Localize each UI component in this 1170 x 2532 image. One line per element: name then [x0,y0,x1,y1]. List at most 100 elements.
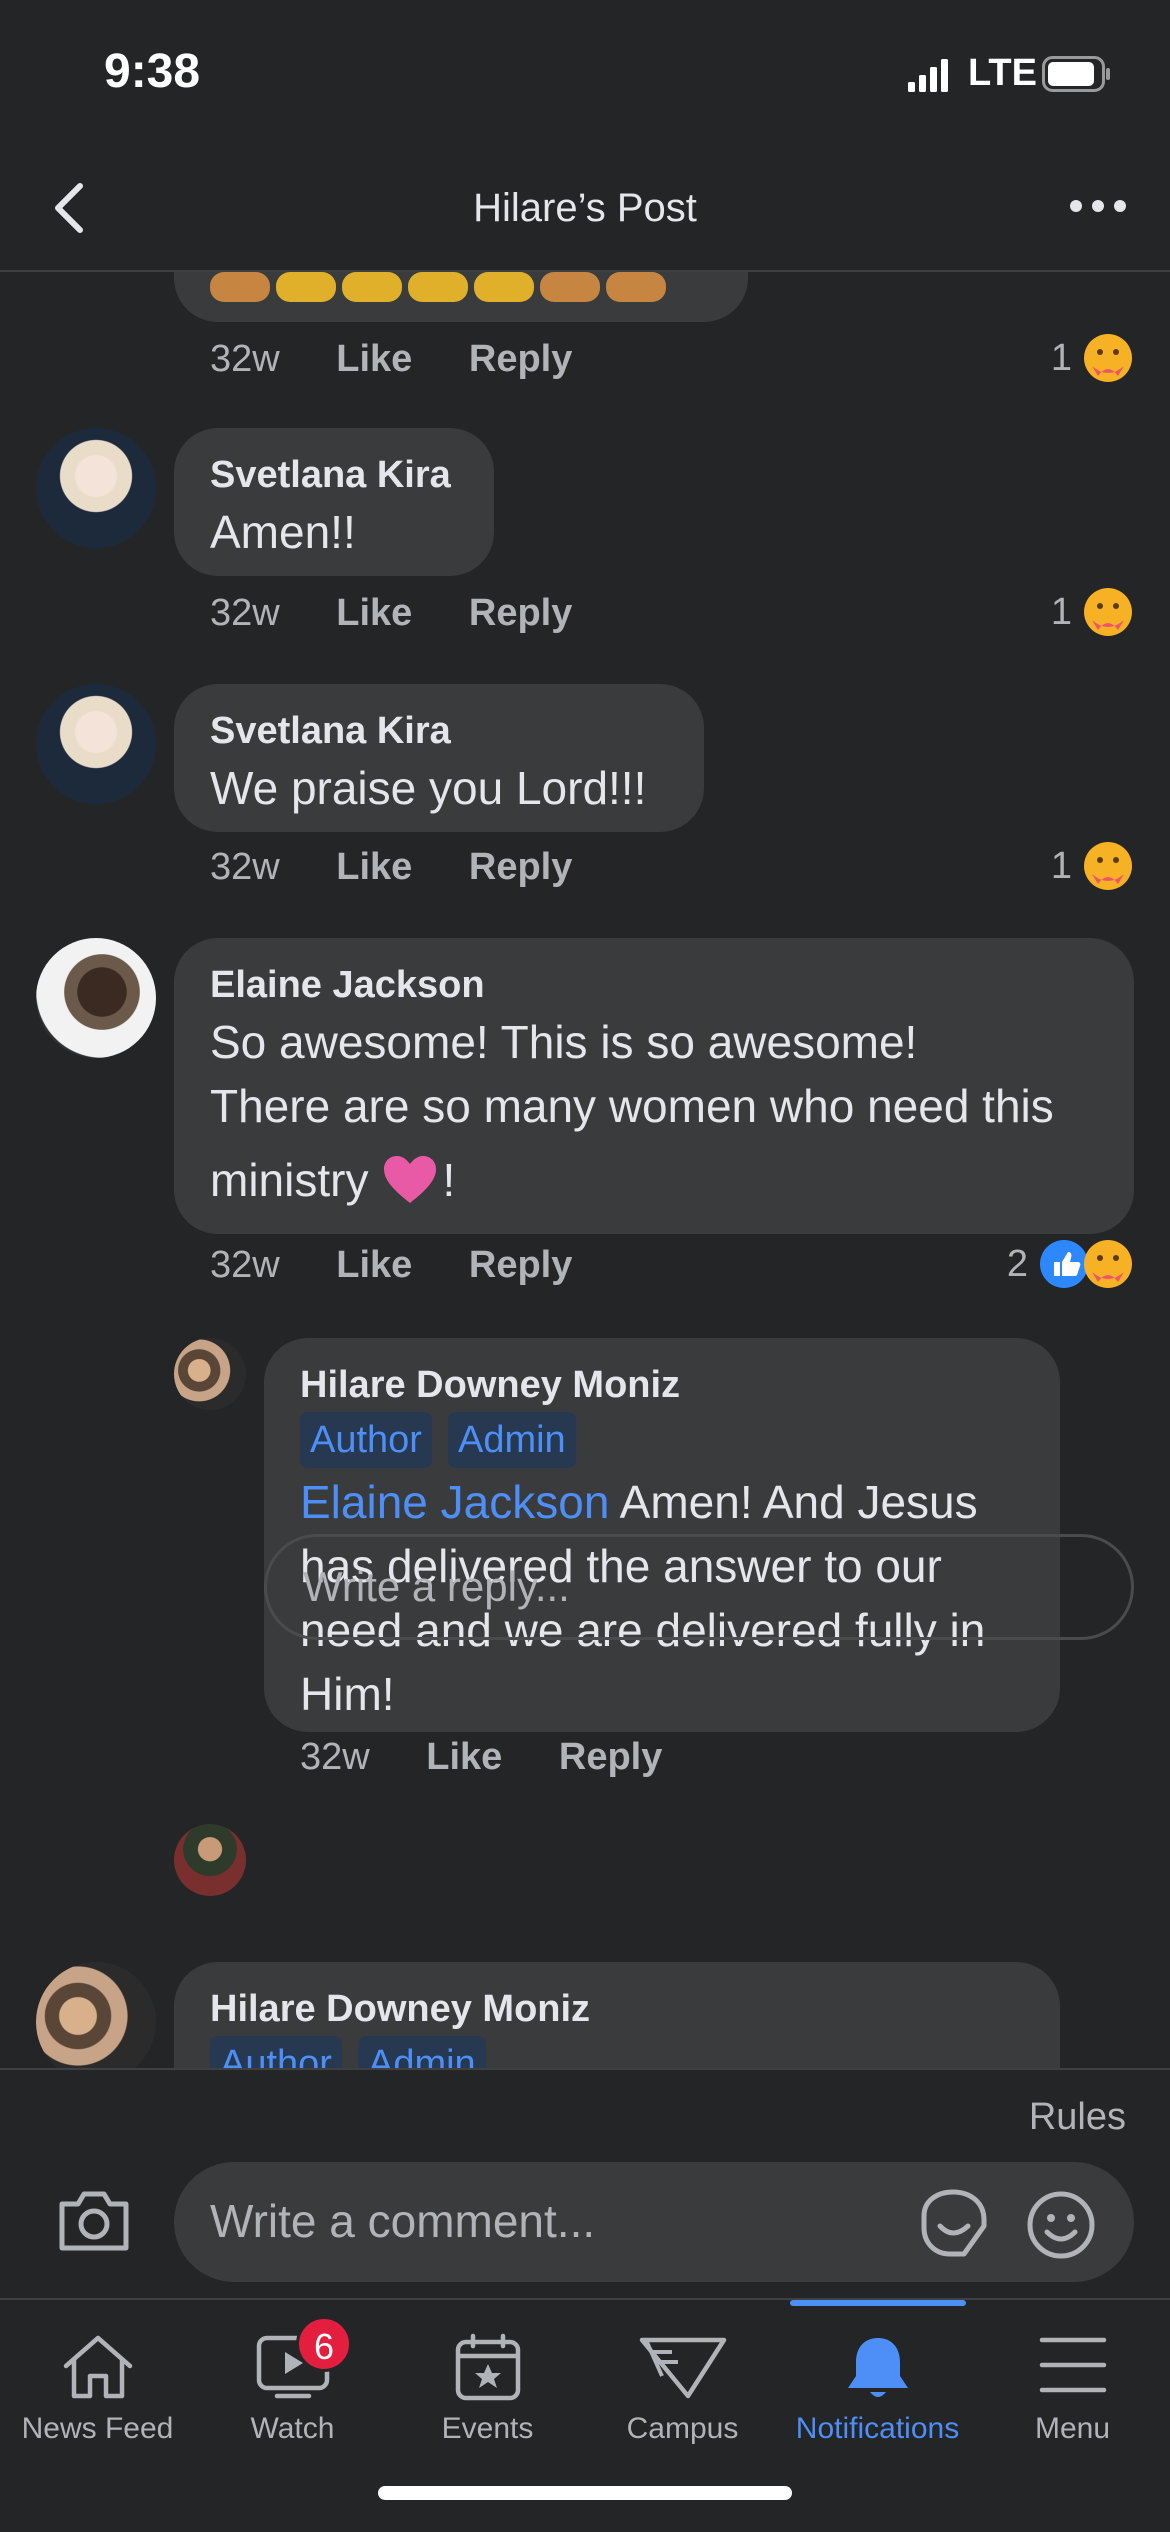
reply-link[interactable]: Reply [469,1244,572,1286]
comments-feed[interactable]: 32w Like Reply 1 Svetlana Kira Amen!! 32… [0,272,1170,2068]
author-badge: Author [210,2036,342,2068]
tab-label: News Feed [21,2412,174,2445]
partial-comment-bubble [174,272,748,322]
signal-icon [908,59,948,92]
camera-icon[interactable] [56,2188,132,2252]
reply-link[interactable]: Reply [559,1736,662,1778]
like-link[interactable]: Like [336,592,412,634]
comment-time: 32w [210,1244,280,1286]
reaction-summary[interactable]: 1 [1051,840,1134,892]
tab-notifications[interactable]: Notifications [780,2300,975,2460]
more-options-icon[interactable] [1066,186,1130,226]
reaction-summary[interactable]: 2 [1007,1238,1134,1290]
like-link[interactable]: Like [336,1244,412,1286]
avatar[interactable] [174,1338,246,1410]
tab-label: Campus [626,2412,739,2445]
author-badge: Author [300,1412,432,1468]
avatar[interactable] [36,1962,156,2068]
reaction-summary[interactable]: 1 [1051,586,1134,638]
care-reaction-icon [1084,588,1132,636]
comment-bubble[interactable]: Svetlana Kira Amen!! [174,428,494,576]
reply-link[interactable]: Reply [469,592,572,634]
comment-time: 32w [210,592,280,634]
menu-icon [1039,2337,1106,2393]
comment-author[interactable]: Svetlana Kira [210,708,668,754]
tab-events[interactable]: Events [390,2300,585,2460]
comment-text-line: ministry ! [210,1150,1098,1210]
rules-link[interactable]: Rules [1029,2096,1126,2139]
watch-notification-badge: 6 [296,2316,352,2372]
home-indicator[interactable] [378,2486,792,2500]
comment-time: 32w [210,338,280,380]
comment-time: 32w [210,846,280,888]
battery-icon [1042,56,1110,92]
comment-author[interactable]: Elaine Jackson [210,962,1098,1008]
comment-meta: 32w Like Reply [210,846,618,889]
page-title: Hilare’s Post [473,186,697,230]
reply-text-line: Him! [300,1668,395,1720]
like-link[interactable]: Like [336,846,412,888]
care-reaction-icon [1084,334,1132,382]
reply-text-line: Elaine Jackson Amen! And Jesus [300,1472,1024,1532]
comment-text: Amen!! [210,506,356,558]
comment-input[interactable]: Write a comment... [174,2162,1134,2282]
emoji-row [210,272,720,312]
care-reaction-icon [1084,842,1132,890]
comment-bubble[interactable]: Elaine Jackson So awesome! This is so aw… [174,938,1134,1234]
reply-author[interactable]: Hilare Downey Moniz [300,1362,1024,1408]
comment-text-fragment: ministry [210,1154,369,1206]
status-time: 9:38 [104,45,201,98]
avatar[interactable] [36,938,156,1058]
comment-meta: 32w Like Reply [210,338,618,381]
comment-text-fragment: ! [442,1154,456,1206]
pink-heart-icon [384,1156,437,1203]
status-bar: 9:38 LTE [0,0,1170,140]
comment-meta: 32w Like Reply [210,592,618,635]
nav-header: Hilare’s Post [0,140,1170,272]
network-type: LTE [968,52,1037,94]
campus-icon [639,2337,726,2399]
reaction-count: 1 [1050,590,1072,633]
tab-watch[interactable]: Watch [195,2300,390,2460]
tab-label: Watch [250,2412,335,2445]
tab-label: Notifications [795,2412,960,2445]
reaction-count: 1 [1050,844,1072,887]
sticker-icon[interactable] [916,2186,990,2260]
current-user-avatar [174,1824,246,1896]
comment-text-line: There are so many women who need this [210,1080,1054,1132]
reply-link[interactable]: Reply [469,846,572,888]
comment-composer: Rules Write a comment... [0,2068,1170,2298]
author-badges: Author Admin [300,1412,1024,1468]
reply-link[interactable]: Reply [469,338,572,380]
reply-input[interactable]: Write a reply... [264,1534,1134,1640]
events-icon [455,2333,520,2401]
bell-icon [847,2338,908,2397]
tab-label: Events [441,2412,534,2445]
reaction-count: 2 [1006,1242,1028,1285]
author-badges: Author Admin [210,2036,1024,2068]
care-reaction-icon [1084,1240,1132,1288]
tab-campus[interactable]: Campus [585,2300,780,2460]
avatar[interactable] [36,428,156,548]
comment-text-line: So awesome! This is so awesome! [210,1016,918,1068]
comment-bubble[interactable]: Svetlana Kira We praise you Lord!!! [174,684,704,832]
reply-text-fragment: Amen! And Jesus [609,1476,978,1528]
reply-meta: 32w Like Reply [300,1736,708,1779]
home-icon [63,2335,132,2399]
like-link[interactable]: Like [426,1736,502,1778]
comment-bubble[interactable]: Hilare Downey Moniz Author Admin [174,1962,1060,2068]
comment-meta: 32w Like Reply [210,1244,618,1287]
emoji-icon[interactable] [1026,2190,1096,2260]
reaction-summary[interactable]: 1 [1051,332,1134,384]
admin-badge: Admin [447,1412,576,1468]
admin-badge: Admin [357,2036,486,2068]
comment-author[interactable]: Hilare Downey Moniz [210,1986,1024,2032]
avatar[interactable] [36,684,156,804]
tab-news-feed[interactable]: News Feed [0,2300,195,2460]
comment-author[interactable]: Svetlana Kira [210,452,458,498]
tab-menu[interactable]: Menu [975,2300,1170,2460]
tab-label: Menu [1034,2412,1111,2445]
reaction-count: 1 [1050,336,1072,379]
mention-link[interactable]: Elaine Jackson [300,1476,609,1528]
like-link[interactable]: Like [336,338,412,380]
